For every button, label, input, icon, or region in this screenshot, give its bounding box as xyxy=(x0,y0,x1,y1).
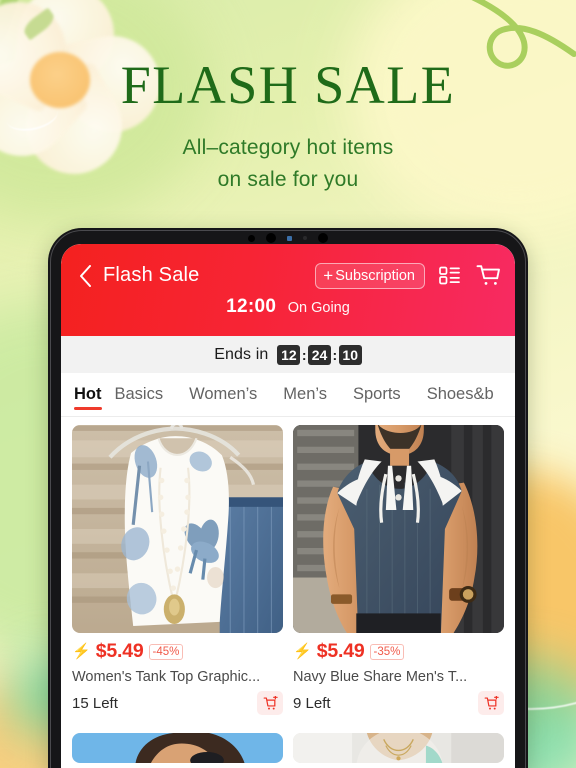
shopping-cart-icon xyxy=(476,265,500,285)
tab-label: Sports xyxy=(353,385,401,403)
tab-label: Hot xyxy=(74,385,102,403)
page-title: FLASH SALE xyxy=(120,55,456,115)
session-status: On Going xyxy=(287,300,350,316)
product-image-layered-tops[interactable] xyxy=(293,733,504,763)
add-to-cart-button[interactable] xyxy=(257,691,283,715)
decor-yellow-blob-top-right xyxy=(346,0,576,240)
tab-sports[interactable]: Sports xyxy=(353,373,414,416)
tab-womens[interactable]: Women’s xyxy=(189,373,270,416)
promo-subtitle-line2: on sale for you xyxy=(217,168,359,191)
woman-layered-tops-image xyxy=(293,733,504,763)
stock-left: 15 Left xyxy=(72,694,118,712)
product-price: $5.49 xyxy=(316,640,365,662)
stock-row: 15 Left xyxy=(72,691,283,715)
product-card[interactable] xyxy=(293,733,504,763)
promo-background: FLASH SALE All–category hot items on sal… xyxy=(0,0,576,768)
add-to-cart-button[interactable] xyxy=(478,691,504,715)
product-card[interactable]: ⚡ $5.49 -45% Women's Tank Top Graphic...… xyxy=(72,425,283,715)
price-row: ⚡ $5.49 -35% xyxy=(293,640,504,663)
add-to-cart-icon xyxy=(484,695,499,709)
cart-button[interactable] xyxy=(473,261,503,291)
discount-badge: -35% xyxy=(369,643,405,660)
flower-stem-icon xyxy=(0,0,30,51)
product-name: Women's Tank Top Graphic... xyxy=(72,669,261,685)
category-list-button[interactable] xyxy=(434,261,464,291)
camera-lens-icon xyxy=(266,233,276,243)
app-title: Flash Sale xyxy=(103,264,200,286)
tab-label: Shoes&b xyxy=(426,385,494,403)
tab-hot[interactable]: Hot xyxy=(74,373,102,416)
countdown-label: Ends in xyxy=(214,345,269,363)
add-to-cart-icon xyxy=(263,695,278,709)
flower-leaf-icon xyxy=(20,7,58,41)
countdown-seconds: 10 xyxy=(338,344,362,365)
sensor-led-icon xyxy=(287,235,292,241)
promo-subtitle-line1: All–category hot items xyxy=(182,136,394,159)
tab-label: Basics xyxy=(114,385,164,403)
app-header: Flash Sale + Subscription 12:00 On Going xyxy=(61,244,515,336)
tab-mens[interactable]: Men’s xyxy=(283,373,340,416)
plus-icon: + xyxy=(323,266,334,285)
promo-subtitle: All–category hot items on sale for you xyxy=(0,132,576,196)
app-screen: Flash Sale + Subscription 12:00 On Going… xyxy=(61,244,515,768)
stock-row: 9 Left xyxy=(293,691,504,715)
discount-badge: -45% xyxy=(148,643,184,660)
tab-label: Men’s xyxy=(283,385,327,403)
flash-bolt-icon: ⚡ xyxy=(293,643,312,660)
countdown-sep-1: : xyxy=(301,346,307,363)
price-row: ⚡ $5.49 -45% xyxy=(72,640,283,663)
product-name: Navy Blue Share Men's T... xyxy=(293,669,468,685)
chevron-left-icon xyxy=(79,264,91,287)
product-card[interactable] xyxy=(72,733,283,763)
tab-label: Women’s xyxy=(189,385,258,403)
sensor-dot-icon xyxy=(303,236,307,240)
product-card[interactable]: ⚡ $5.49 -35% Navy Blue Share Men's T... … xyxy=(293,425,504,715)
countdown-hours: 12 xyxy=(277,344,301,365)
subscription-button[interactable]: + Subscription xyxy=(315,262,425,289)
camera-lens-icon xyxy=(318,233,328,243)
camera-dot-icon xyxy=(248,234,255,242)
woman-black-swimsuit-image xyxy=(72,733,283,763)
session-info: 12:00 On Going xyxy=(61,296,515,318)
subscription-label: Subscription xyxy=(335,267,415,284)
category-list-icon xyxy=(438,266,460,285)
app-header-top-row: Flash Sale + Subscription xyxy=(61,244,515,294)
phone-mockup: Flash Sale + Subscription 12:00 On Going… xyxy=(48,228,528,768)
countdown-timer: 12 : 24 : 10 xyxy=(277,344,362,365)
product-image-mens-hooded-tank[interactable] xyxy=(293,425,504,633)
navy-hooded-tank-top-image xyxy=(293,425,504,633)
countdown-minutes: 24 xyxy=(308,344,332,365)
category-tabs[interactable]: Hot Basics Women’s Men’s Sports Shoes&b xyxy=(61,373,515,417)
back-button[interactable] xyxy=(73,264,97,288)
tab-basics[interactable]: Basics xyxy=(115,373,177,416)
phone-camera-array xyxy=(48,233,528,243)
womens-floral-tank-top-image xyxy=(72,425,283,633)
stock-left: 9 Left xyxy=(293,694,331,712)
session-time: 12:00 xyxy=(226,296,277,317)
tab-shoes-bags[interactable]: Shoes&b xyxy=(427,373,507,416)
countdown-sep-2: : xyxy=(332,346,338,363)
product-price: $5.49 xyxy=(95,640,144,662)
product-image-womens-tank-top[interactable] xyxy=(72,425,283,633)
countdown-strip: Ends in 12 : 24 : 10 xyxy=(61,336,515,373)
product-grid: ⚡ $5.49 -45% Women's Tank Top Graphic...… xyxy=(61,417,515,763)
product-image-black-swimsuit[interactable] xyxy=(72,733,283,763)
flash-bolt-icon: ⚡ xyxy=(72,643,91,660)
